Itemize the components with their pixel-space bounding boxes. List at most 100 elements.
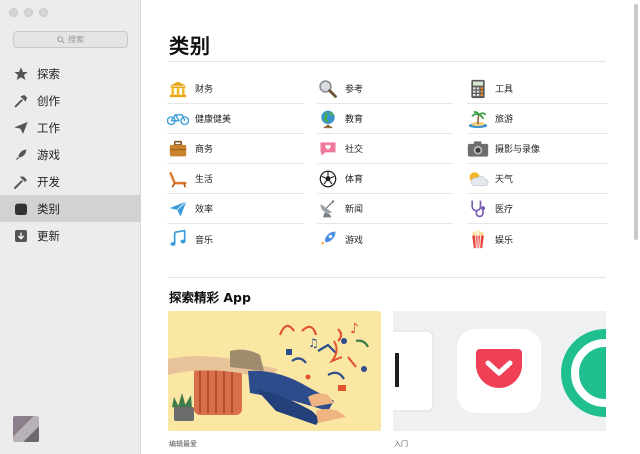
category-label: 参考	[345, 85, 364, 95]
sun-cloud-icon	[467, 168, 489, 190]
sidebar-item-label: 探索	[37, 66, 60, 81]
sidebar-item-develop[interactable]: 开发	[0, 168, 141, 195]
sidebar: 搜索 探索 创作 工作 游戏 开发 类别 更新	[0, 0, 141, 454]
svg-text:♫: ♫	[308, 336, 319, 350]
vertical-scrollbar[interactable]	[634, 4, 638, 240]
category-item[interactable]: 娱乐	[467, 224, 607, 254]
category-item[interactable]: 新闻	[317, 194, 453, 224]
sidebar-item-create[interactable]: 创作	[0, 87, 141, 114]
app-window: 搜索 探索 创作 工作 游戏 开发 类别 更新 类别 财务 参考 工具 健康健美…	[0, 0, 640, 454]
category-label: 效率	[195, 205, 214, 215]
category-item[interactable]: 社交	[317, 134, 453, 164]
sidebar-item-label: 游戏	[37, 147, 60, 162]
sidebar-item-updates[interactable]: 更新	[0, 222, 141, 249]
category-label: 旅游	[495, 115, 514, 125]
category-label: 工具	[495, 85, 514, 95]
search-icon	[57, 35, 65, 44]
category-label: 生活	[195, 175, 214, 185]
app-icons-banner	[393, 311, 606, 431]
category-item[interactable]: 音乐	[167, 224, 303, 254]
magnifier-icon	[317, 78, 339, 100]
editors-choice-card[interactable]: ♪ ♫	[168, 311, 381, 431]
bank-icon	[167, 78, 189, 100]
category-label: 娱乐	[495, 235, 514, 246]
category-label: 摄影与录像	[495, 145, 541, 155]
hammer-brush-icon	[12, 92, 30, 110]
category-item[interactable]: 健康健美	[167, 104, 303, 134]
download-icon	[12, 227, 30, 245]
music-notes-icon	[167, 228, 189, 250]
category-item[interactable]: 财务	[167, 74, 303, 104]
category-item[interactable]: 天气	[467, 164, 607, 194]
card-caption: 入门	[394, 440, 408, 448]
category-label: 天气	[495, 175, 514, 185]
soccer-ball-icon	[317, 168, 339, 190]
getting-started-card[interactable]	[393, 311, 606, 431]
category-item[interactable]: 摄影与录像	[467, 134, 607, 164]
sidebar-item-label: 创作	[37, 93, 60, 108]
category-item[interactable]: 商务	[167, 134, 303, 164]
star-icon	[12, 65, 30, 83]
category-item[interactable]: 医疗	[467, 194, 607, 224]
page-title: 类别	[169, 34, 211, 58]
sidebar-item-categories[interactable]: 类别	[0, 195, 141, 222]
category-label: 游戏	[345, 235, 364, 246]
category-item[interactable]: 教育	[317, 104, 453, 134]
category-label: 社交	[345, 145, 364, 155]
category-item[interactable]: 旅游	[467, 104, 607, 134]
bicycle-icon	[167, 108, 189, 130]
category-item[interactable]: 生活	[167, 164, 303, 194]
category-item[interactable]: 效率	[167, 194, 303, 224]
sidebar-item-label: 类别	[37, 201, 60, 216]
category-label: 财务	[195, 85, 214, 95]
user-avatar[interactable]	[13, 416, 39, 442]
globe-icon	[317, 108, 339, 130]
lounge-chair-icon	[167, 168, 189, 190]
sidebar-item-label: 开发	[37, 174, 60, 189]
paper-plane-icon	[12, 119, 30, 137]
sidebar-item-label: 更新	[37, 228, 60, 243]
rocket-icon	[12, 146, 30, 164]
reclining-person-illustration: ♪ ♫	[168, 311, 381, 431]
sidebar-item-label: 工作	[37, 120, 60, 135]
category-label: 体育	[345, 175, 364, 185]
camera-icon	[467, 138, 489, 160]
paper-plane-icon	[167, 198, 189, 220]
sidebar-item-work[interactable]: 工作	[0, 114, 141, 141]
box-icon	[12, 200, 30, 218]
popcorn-icon	[467, 228, 489, 250]
main-content: 类别 财务 参考 工具 健康健美 教育 旅游 商务 社交 摄影与录像 生活 体育…	[141, 0, 640, 454]
category-label: 新闻	[345, 205, 364, 215]
sidebar-item-play[interactable]: 游戏	[0, 141, 141, 168]
card-caption: 编辑最爱	[169, 440, 197, 448]
sidebar-item-discover[interactable]: 探索	[0, 60, 141, 87]
close-window-button[interactable]	[9, 8, 18, 17]
svg-text:♪: ♪	[350, 321, 359, 337]
category-label: 商务	[195, 145, 214, 155]
divider	[168, 277, 606, 278]
satellite-dish-icon	[317, 198, 339, 220]
section-title: 探索精彩 App	[169, 290, 251, 305]
divider	[168, 61, 606, 62]
briefcase-icon	[167, 138, 189, 160]
window-controls	[9, 8, 48, 17]
search-placeholder: 搜索	[68, 35, 84, 44]
chat-heart-icon	[317, 138, 339, 160]
stethoscope-icon	[467, 198, 489, 220]
sidebar-nav: 探索 创作 工作 游戏 开发 类别 更新	[0, 60, 141, 249]
category-item[interactable]: 体育	[317, 164, 453, 194]
rocket-icon	[317, 228, 339, 250]
zoom-window-button[interactable]	[39, 8, 48, 17]
calculator-icon	[467, 78, 489, 100]
search-field[interactable]: 搜索	[13, 31, 128, 48]
category-label: 健康健美	[195, 115, 232, 125]
category-grid: 财务 参考 工具 健康健美 教育 旅游 商务 社交 摄影与录像 生活 体育 天气…	[167, 74, 607, 254]
category-item[interactable]: 参考	[317, 74, 453, 104]
category-label: 教育	[345, 115, 364, 125]
category-label: 音乐	[195, 235, 214, 246]
minimize-window-button[interactable]	[24, 8, 33, 17]
category-item[interactable]: 工具	[467, 74, 607, 104]
category-label: 医疗	[495, 205, 514, 215]
category-item[interactable]: 游戏	[317, 224, 453, 254]
palm-island-icon	[467, 108, 489, 130]
